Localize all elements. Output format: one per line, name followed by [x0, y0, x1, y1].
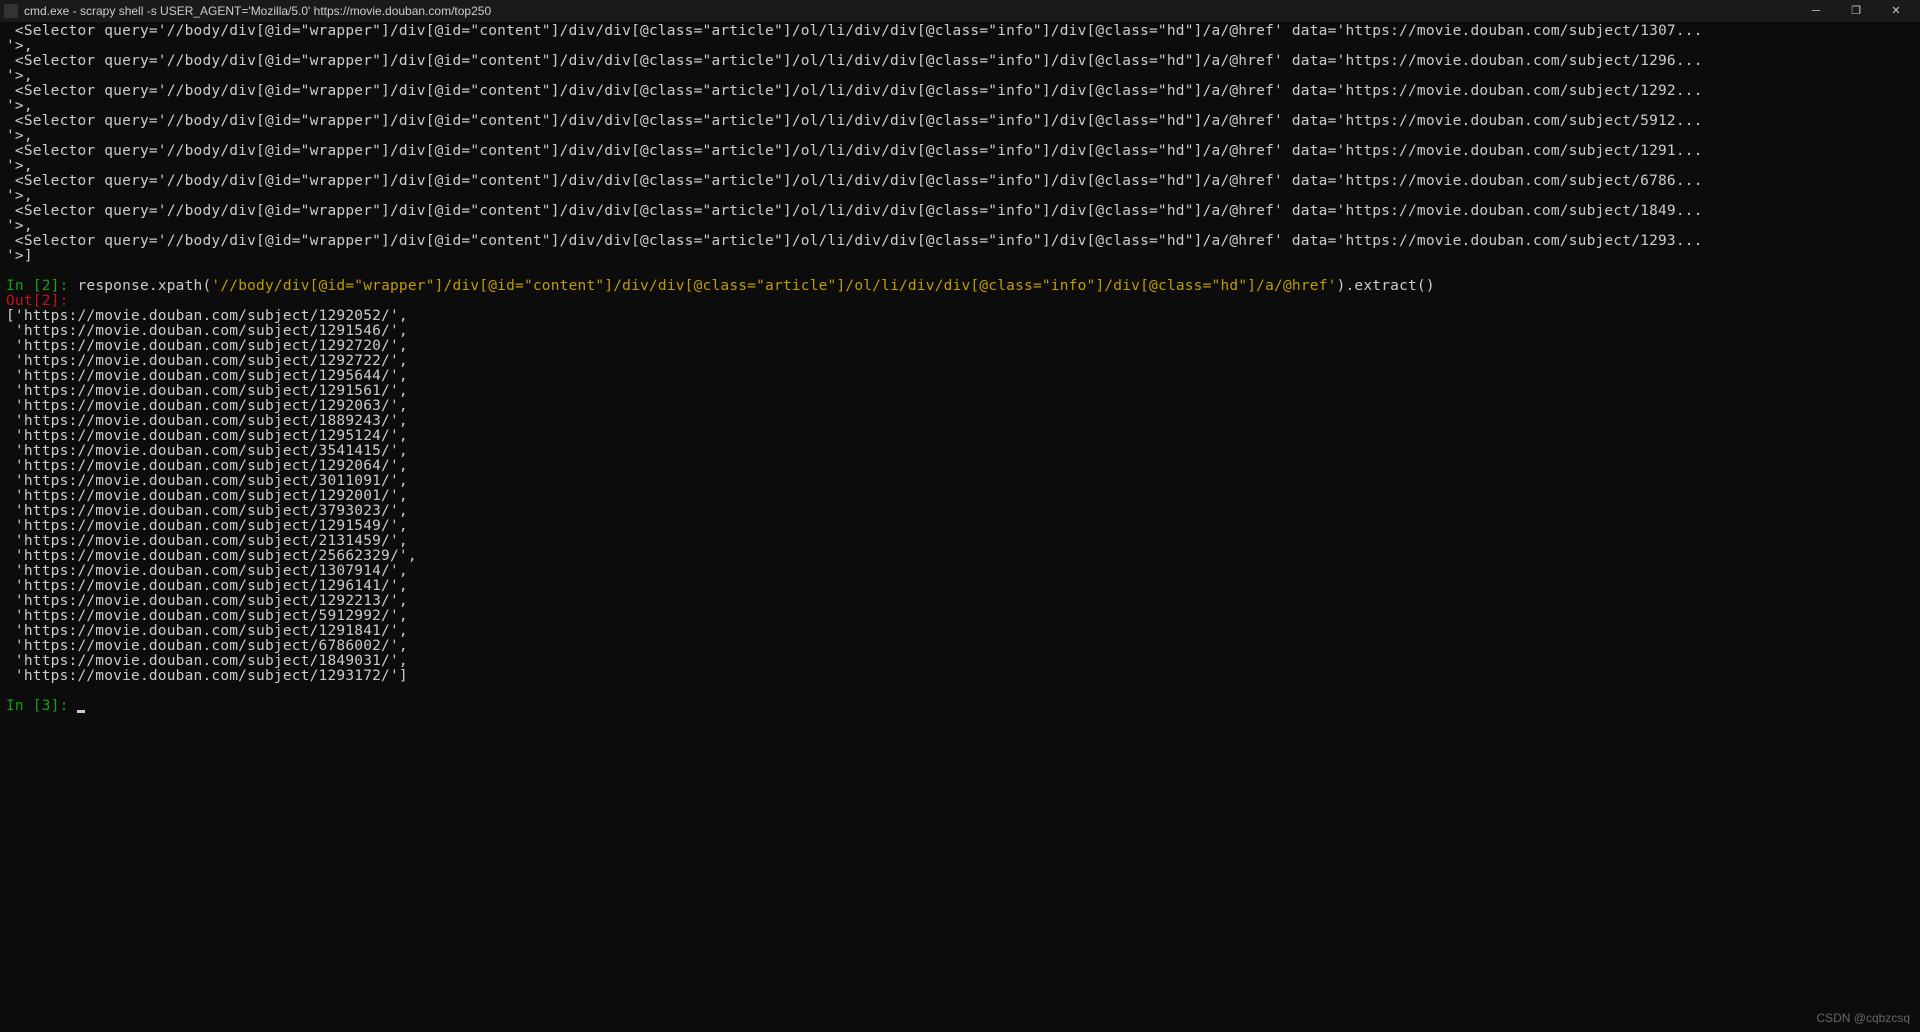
- selector-line: <Selector query='//body/div[@id="wrapper…: [6, 203, 1703, 219]
- cmd-icon: [4, 4, 18, 18]
- selector-line: <Selector query='//body/div[@id="wrapper…: [6, 173, 1703, 189]
- cursor: [77, 710, 85, 713]
- selector-line: <Selector query='//body/div[@id="wrapper…: [6, 53, 1703, 69]
- selector-line: <Selector query='//body/div[@id="wrapper…: [6, 233, 1703, 249]
- close-button[interactable]: ✕: [1876, 0, 1916, 22]
- watermark: CSDN @cqbzcsq: [1816, 1011, 1910, 1026]
- maximize-button[interactable]: ❐: [1836, 0, 1876, 22]
- url-list-output: ['https://movie.douban.com/subject/12920…: [6, 308, 417, 684]
- input-prompt-label: In [2]:: [6, 278, 77, 294]
- selector-line: <Selector query='//body/div[@id="wrapper…: [6, 143, 1703, 159]
- xpath-argument: '//body/div[@id="wrapper"]/div[@id="cont…: [211, 278, 1336, 294]
- next-input-prompt: In [3]:: [6, 698, 77, 714]
- window-controls: ─ ❐ ✕: [1796, 0, 1916, 22]
- terminal-output[interactable]: <Selector query='//body/div[@id="wrapper…: [0, 22, 1920, 716]
- selector-line: <Selector query='//body/div[@id="wrapper…: [6, 23, 1703, 39]
- minimize-button[interactable]: ─: [1796, 0, 1836, 22]
- method-call: response.xpath(: [77, 278, 211, 294]
- selector-line: <Selector query='//body/div[@id="wrapper…: [6, 83, 1703, 99]
- window-titlebar: cmd.exe - scrapy shell -s USER_AGENT='Mo…: [0, 0, 1920, 22]
- output-prompt-label: Out[2]:: [6, 293, 69, 309]
- method-end: ).extract(): [1337, 278, 1435, 294]
- selector-line: <Selector query='//body/div[@id="wrapper…: [6, 113, 1703, 129]
- window-title: cmd.exe - scrapy shell -s USER_AGENT='Mo…: [24, 4, 1796, 19]
